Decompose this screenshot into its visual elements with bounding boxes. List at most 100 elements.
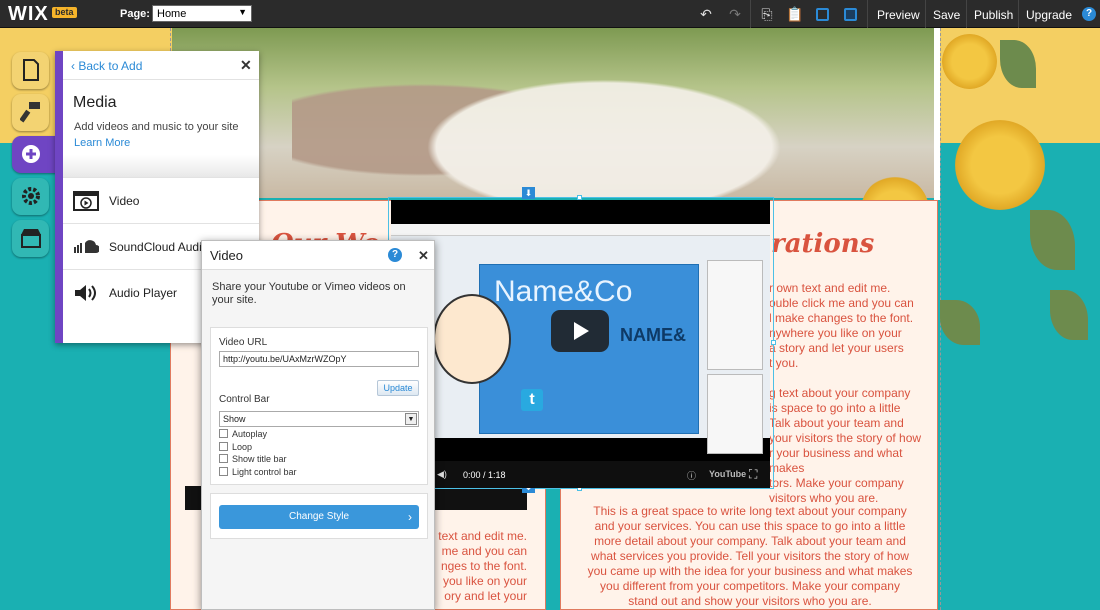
- save-button[interactable]: Save: [933, 8, 960, 22]
- video-options-box: Video URL http://youtu.be/UAxMzrWZOpY Up…: [210, 327, 428, 485]
- chevron-right-icon: ›: [408, 510, 412, 524]
- video-control-bar[interactable]: ◀) 0:00 / 1:18 ⓘ YouTube ⛶: [391, 461, 770, 488]
- checkbox-label: Autoplay: [232, 429, 268, 439]
- checkbox-label: Show title bar: [232, 454, 287, 464]
- text-line: you came up with the idea for your busin…: [587, 564, 913, 578]
- page-select[interactable]: Home ▼: [152, 5, 252, 22]
- pages-icon[interactable]: [12, 52, 49, 89]
- fullscreen-icon[interactable]: ⛶: [749, 467, 757, 482]
- close-icon[interactable]: ✕: [418, 248, 429, 264]
- help-icon[interactable]: ?: [1082, 7, 1096, 21]
- control-bar-value: Show: [223, 414, 246, 424]
- style-box: Change Style ›: [210, 493, 428, 539]
- upgrade-button[interactable]: Upgrade: [1026, 8, 1072, 22]
- text-line: l make changes to the font.: [769, 311, 914, 325]
- design-icon[interactable]: [12, 94, 49, 131]
- undo-icon[interactable]: ↶: [698, 6, 714, 22]
- control-bar-select[interactable]: Show ▼: [219, 411, 419, 427]
- video-settings-panel: Video ? ✕ Share your Youtube or Vimeo vi…: [201, 240, 435, 610]
- text-line: ory and let your: [444, 589, 527, 603]
- close-icon[interactable]: ✕: [240, 57, 252, 74]
- page-select-value: Home: [157, 8, 187, 20]
- preview-button[interactable]: Preview: [877, 8, 920, 22]
- autoplay-checkbox[interactable]: Autoplay: [219, 429, 267, 439]
- checkbox-label: Light control bar: [232, 467, 297, 477]
- play-button[interactable]: [551, 310, 609, 352]
- text-line: me and you can: [441, 544, 527, 558]
- card-text: text and edit me. me and you can nges to t…: [433, 529, 527, 604]
- card-text: This is a great space to write long text…: [571, 504, 929, 609]
- panel-description: Share your Youtube or Vimeo videos on yo…: [212, 281, 406, 306]
- text-line: text and edit me.: [438, 529, 527, 543]
- thumb-pages-panel: [707, 260, 763, 370]
- help-icon[interactable]: ?: [388, 248, 402, 262]
- chevron-down-icon: ▼: [405, 413, 417, 425]
- text-line: nywhere you like on your: [769, 326, 902, 340]
- cartoon-face: [433, 294, 511, 384]
- paste-icon[interactable]: 📋: [786, 6, 803, 22]
- text-line: you different from your competitors. Mak…: [600, 579, 900, 593]
- text-line: what services you provide. Tell your vis…: [591, 549, 909, 563]
- text-line: you like on your: [442, 574, 527, 588]
- back-to-add-link[interactable]: ‹ Back to Add: [71, 59, 142, 73]
- control-bar-label: Control Bar: [219, 394, 270, 405]
- anchor-icon[interactable]: ⬇: [522, 187, 535, 199]
- settings-icon[interactable]: [12, 178, 49, 215]
- change-style-label: Change Style: [288, 511, 350, 522]
- app-market-icon[interactable]: [12, 220, 49, 257]
- card-text: g text about your company is space to go …: [769, 386, 939, 506]
- thumb-tools-panel: [707, 374, 763, 454]
- page-label: Page:: [120, 8, 150, 20]
- soundcloud-icon: [74, 240, 99, 253]
- panel-subtitle: Add videos and music to your site: [74, 121, 239, 133]
- leaf-decoration: [940, 300, 980, 345]
- light-control-bar-checkbox[interactable]: Light control bar: [219, 467, 297, 477]
- add-video-item[interactable]: Video: [63, 177, 259, 223]
- video-icon: [73, 191, 99, 211]
- back-label: Back to Add: [78, 59, 143, 73]
- card-text: r own text and edit me. ouble click me an…: [769, 281, 929, 371]
- text-line: ouble click me and you can: [769, 296, 914, 310]
- wedding-photo[interactable]: [172, 28, 934, 198]
- info-icon[interactable]: ⓘ: [687, 469, 696, 482]
- learn-more-link[interactable]: Learn More: [74, 137, 130, 149]
- change-style-button[interactable]: Change Style ›: [219, 505, 419, 529]
- copy-icon[interactable]: ⎘: [759, 6, 775, 22]
- show-gridlines-icon[interactable]: [844, 8, 857, 21]
- video-time: 0:00 / 1:18: [463, 470, 506, 480]
- speaker-icon: [75, 285, 96, 301]
- panel-title: Video: [210, 248, 244, 263]
- thumb-sign: NAME&: [620, 325, 686, 345]
- panel-title: Media: [73, 94, 117, 111]
- wix-logo[interactable]: WIX: [8, 3, 49, 26]
- volume-icon[interactable]: ◀): [437, 469, 447, 480]
- redo-icon[interactable]: ↷: [727, 6, 743, 22]
- text-line: tors. Make your company: [769, 476, 904, 490]
- snap-to-grid-icon[interactable]: [816, 8, 829, 21]
- add-icon[interactable]: [12, 136, 56, 173]
- panel-header: ‹ Back to Add ✕: [63, 51, 259, 80]
- video-player[interactable]: Name&Co NAME& t ◀) 0:00 / 1:18 ⓘ YouTube…: [391, 200, 770, 488]
- text-line: more detail about your company. Talk abo…: [594, 534, 906, 548]
- chevron-down-icon: ▼: [238, 7, 247, 17]
- publish-button[interactable]: Publish: [974, 8, 1013, 22]
- panel-header: Video ? ✕: [202, 241, 434, 270]
- flower-decoration: [955, 120, 1045, 210]
- update-button[interactable]: Update: [377, 380, 419, 396]
- flower-decoration: [942, 34, 997, 89]
- add-item-label: Video: [109, 194, 140, 208]
- checkbox-label: Loop: [232, 442, 253, 452]
- loop-checkbox[interactable]: Loop: [219, 442, 252, 452]
- url-label: Video URL: [219, 337, 268, 348]
- editor-top-bar: WIX beta Page: Home ▼ ↶ ↷ ⎘ 📋 Preview Sa…: [0, 0, 1100, 28]
- resize-handle[interactable]: [771, 340, 776, 345]
- video-url-input[interactable]: http://youtu.be/UAxMzrWZOpY: [219, 351, 419, 367]
- text-line: nges to the font.: [440, 559, 527, 573]
- text-line: Talk about your team and: [769, 416, 904, 430]
- youtube-logo[interactable]: YouTube: [709, 469, 746, 479]
- show-title-bar-checkbox[interactable]: Show title bar: [219, 454, 287, 464]
- text-line: stand out and show your visitors who you…: [628, 594, 872, 608]
- beta-badge: beta: [52, 7, 77, 18]
- text-line: t you.: [769, 356, 799, 370]
- text-line: a story and let your users: [769, 341, 904, 355]
